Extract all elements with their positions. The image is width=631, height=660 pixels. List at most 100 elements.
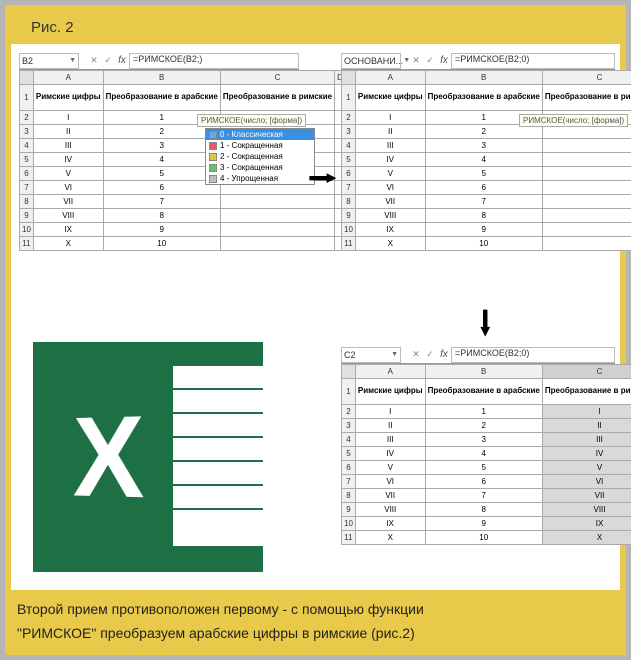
dropdown-option[interactable]: 3 - Сокращенная xyxy=(206,162,314,173)
cell[interactable]: 5 xyxy=(103,167,220,181)
cell[interactable]: 8 xyxy=(425,209,542,223)
cell[interactable]: VII xyxy=(33,195,103,209)
cell[interactable]: I xyxy=(542,405,631,419)
cell[interactable]: II xyxy=(33,125,103,139)
fx-icon[interactable]: fx xyxy=(437,349,451,360)
row-header[interactable]: 3 xyxy=(342,125,356,139)
formula-input[interactable]: =РИМСКОЕ(B2;0) xyxy=(451,53,615,69)
select-all[interactable] xyxy=(342,71,356,85)
cell[interactable] xyxy=(220,237,334,251)
row-header[interactable]: 7 xyxy=(20,181,34,195)
cell[interactable]: III xyxy=(355,433,425,447)
fx-icon[interactable]: fx xyxy=(115,55,129,66)
cell[interactable]: VIII xyxy=(33,209,103,223)
fx-icon[interactable]: fx xyxy=(437,55,451,66)
row-header[interactable]: 8 xyxy=(342,489,356,503)
row-header[interactable]: 7 xyxy=(342,475,356,489)
cancel-icon[interactable]: ✕ xyxy=(409,55,423,66)
row-header[interactable]: 5 xyxy=(20,153,34,167)
col-header-b[interactable]: B xyxy=(425,365,542,379)
cell[interactable] xyxy=(542,209,631,223)
row-header[interactable]: 5 xyxy=(342,153,356,167)
cell[interactable]: V xyxy=(542,461,631,475)
cancel-icon[interactable]: ✕ xyxy=(87,55,101,66)
col-header-c[interactable]: C xyxy=(542,365,631,379)
row-header[interactable]: 11 xyxy=(20,237,34,251)
cell[interactable]: IV xyxy=(355,153,425,167)
row-header[interactable]: 10 xyxy=(342,223,356,237)
cell[interactable]: 4 xyxy=(425,447,542,461)
cell[interactable]: 10 xyxy=(425,531,542,545)
row-header[interactable]: 10 xyxy=(342,517,356,531)
row-header[interactable]: 2 xyxy=(20,111,34,125)
row-header[interactable]: 11 xyxy=(342,531,356,545)
cell[interactable]: 4 xyxy=(103,153,220,167)
cell[interactable]: 6 xyxy=(425,475,542,489)
cell[interactable]: 3 xyxy=(103,139,220,153)
cell[interactable]: III xyxy=(542,433,631,447)
cell[interactable] xyxy=(542,237,631,251)
cell[interactable]: 10 xyxy=(103,237,220,251)
cell[interactable]: IX xyxy=(33,223,103,237)
enter-icon[interactable]: ✓ xyxy=(101,55,115,66)
col-header-b[interactable]: B xyxy=(103,71,220,85)
select-all[interactable] xyxy=(342,365,356,379)
cell[interactable]: VII xyxy=(542,489,631,503)
row-header[interactable]: 1 xyxy=(342,85,356,111)
cell[interactable]: I xyxy=(33,111,103,125)
cell[interactable]: 8 xyxy=(103,209,220,223)
cell[interactable]: 6 xyxy=(103,181,220,195)
form-dropdown[interactable]: 0 - Классическая1 - Сокращенная2 - Сокра… xyxy=(205,128,315,185)
row-header[interactable]: 2 xyxy=(342,405,356,419)
row-header[interactable]: 4 xyxy=(342,139,356,153)
row-header[interactable]: 2 xyxy=(342,111,356,125)
dropdown-option[interactable]: 2 - Сокращенная xyxy=(206,151,314,162)
col-header-c[interactable]: C xyxy=(220,71,334,85)
cell[interactable]: I xyxy=(355,111,425,125)
cell[interactable]: VII xyxy=(355,489,425,503)
cell[interactable]: 2 xyxy=(425,419,542,433)
row-header[interactable]: 3 xyxy=(342,419,356,433)
dropdown-option[interactable]: 0 - Классическая xyxy=(206,129,314,140)
cell[interactable]: IV xyxy=(355,447,425,461)
cell[interactable]: II xyxy=(355,419,425,433)
col-header-a[interactable]: A xyxy=(355,365,425,379)
cell[interactable]: 1 xyxy=(425,405,542,419)
row-header[interactable]: 11 xyxy=(342,237,356,251)
row-header[interactable]: 6 xyxy=(342,461,356,475)
cell[interactable]: V xyxy=(355,461,425,475)
row-header[interactable]: 1 xyxy=(20,85,34,111)
cell[interactable]: VI xyxy=(355,475,425,489)
row-header[interactable]: 8 xyxy=(20,195,34,209)
row-header[interactable]: 5 xyxy=(342,447,356,461)
cell[interactable]: VII xyxy=(355,195,425,209)
cell[interactable]: X xyxy=(355,531,425,545)
cell[interactable]: 9 xyxy=(425,223,542,237)
cell[interactable]: 9 xyxy=(425,517,542,531)
grid[interactable]: A B C D 1 Римские цифры Преобразование в… xyxy=(341,70,631,251)
cell[interactable]: III xyxy=(355,139,425,153)
cell[interactable] xyxy=(542,167,631,181)
cell[interactable] xyxy=(542,139,631,153)
cell[interactable]: V xyxy=(33,167,103,181)
cell[interactable] xyxy=(542,195,631,209)
cell[interactable]: VI xyxy=(542,475,631,489)
cell[interactable]: 4 xyxy=(425,153,542,167)
row-header[interactable]: 1 xyxy=(342,379,356,405)
cell[interactable]: II xyxy=(355,125,425,139)
row-header[interactable]: 4 xyxy=(20,139,34,153)
row-header[interactable]: 3 xyxy=(20,125,34,139)
enter-icon[interactable]: ✓ xyxy=(423,55,437,66)
cell[interactable]: 7 xyxy=(425,195,542,209)
select-all[interactable] xyxy=(20,71,34,85)
cell[interactable]: 8 xyxy=(425,503,542,517)
cell[interactable]: V xyxy=(355,167,425,181)
name-box[interactable]: C2▼ xyxy=(341,347,401,363)
cell[interactable]: IX xyxy=(355,517,425,531)
row-header[interactable]: 6 xyxy=(342,167,356,181)
cell[interactable] xyxy=(542,153,631,167)
formula-input[interactable]: =РИМСКОЕ(B2;) xyxy=(129,53,299,69)
cell[interactable]: 10 xyxy=(425,237,542,251)
cell[interactable]: IX xyxy=(355,223,425,237)
enter-icon[interactable]: ✓ xyxy=(423,349,437,360)
